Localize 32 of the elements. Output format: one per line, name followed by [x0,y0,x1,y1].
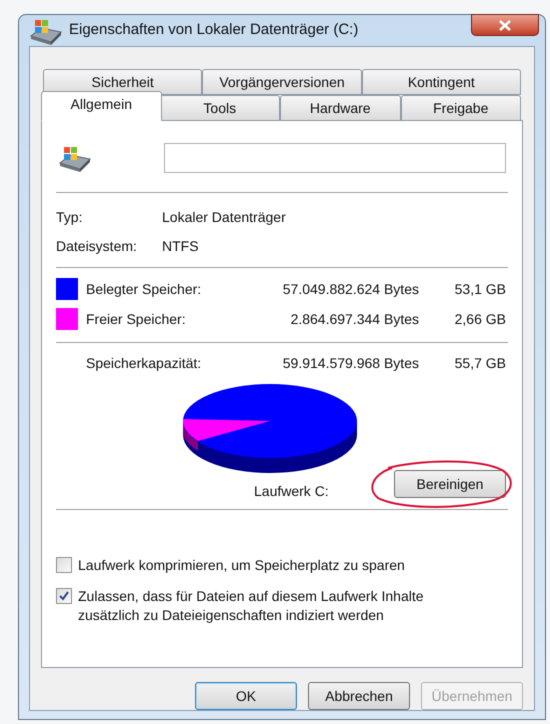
size-value: 53,1 GB [454,280,507,298]
capacity-label: Speicherkapazität: [85,354,202,373]
size-value: 2,66 GB [454,310,507,328]
tab[interactable]: Vorgängerversionen [202,69,362,95]
checkmark-icon [59,591,69,601]
size-value: 55,7 GB [454,354,507,372]
checkbox-label: Laufwerk komprimieren, um Speicherplatz zu sparen [78,556,406,575]
info-value: NTFS [162,237,199,256]
info-label: Dateisystem: [56,237,138,256]
info-value: Lokaler Datenträger [162,208,286,227]
close-button[interactable] [471,14,539,36]
window-title: Eigenschaften von Lokaler Datenträger (C:) [69,20,358,40]
byte-count: 59.914.579.968 Bytes [282,354,419,373]
name-field[interactable] [164,143,506,173]
dialog-button[interactable]: Abbrechen [308,682,410,710]
tab[interactable]: Allgemein [41,91,162,121]
checkbox-label: Zulassen, dass für Dateien auf diesem Laufwerk Inhalte zusätzlich zu Dateieigenschaften indiziert werden [78,587,425,625]
tab[interactable]: Kontingent [362,69,521,95]
drive-label: Laufwerk C: [254,482,329,500]
usage-label: Belegter Speicher: [86,280,202,299]
tab[interactable]: Hardware [280,95,400,121]
byte-count: 57.049.882.624 Bytes [282,280,419,299]
tab[interactable]: Freigabe [400,95,521,121]
cleanup-button[interactable]: Bereinigen [394,470,506,498]
tab[interactable]: Tools [160,95,280,121]
close-icon [499,20,511,30]
info-label: Typ: [56,208,84,227]
usage-label: Freier Speicher: [86,310,187,329]
byte-count: 2.864.697.344 Bytes [290,310,419,329]
checkbox[interactable] [56,588,72,604]
checkbox[interactable] [56,557,72,573]
dialog-button[interactable]: OK [195,682,297,710]
